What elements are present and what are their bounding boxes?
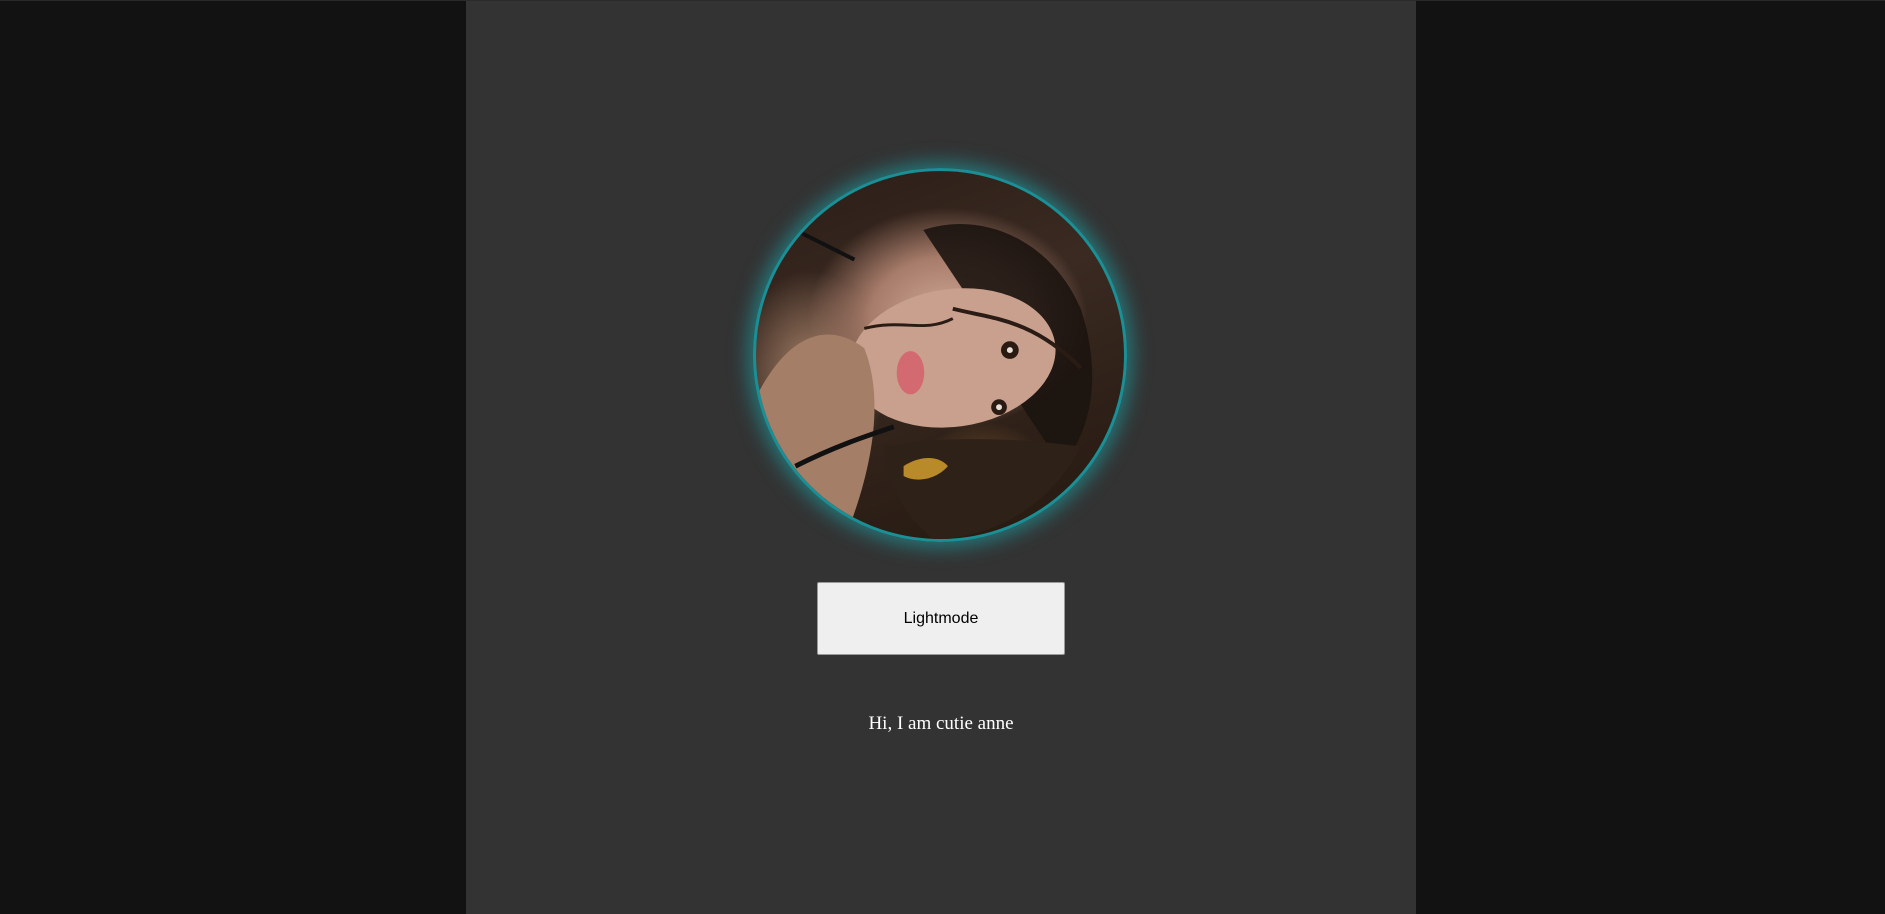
greeting-text: Hi, I am cutie anne: [868, 713, 1014, 734]
profile-avatar: [753, 168, 1127, 542]
lightmode-toggle-button[interactable]: Lightmode: [817, 582, 1065, 655]
page-background: Lightmode Hi, I am cutie anne: [0, 0, 1885, 914]
avatar-photo-icon: [756, 224, 1093, 539]
